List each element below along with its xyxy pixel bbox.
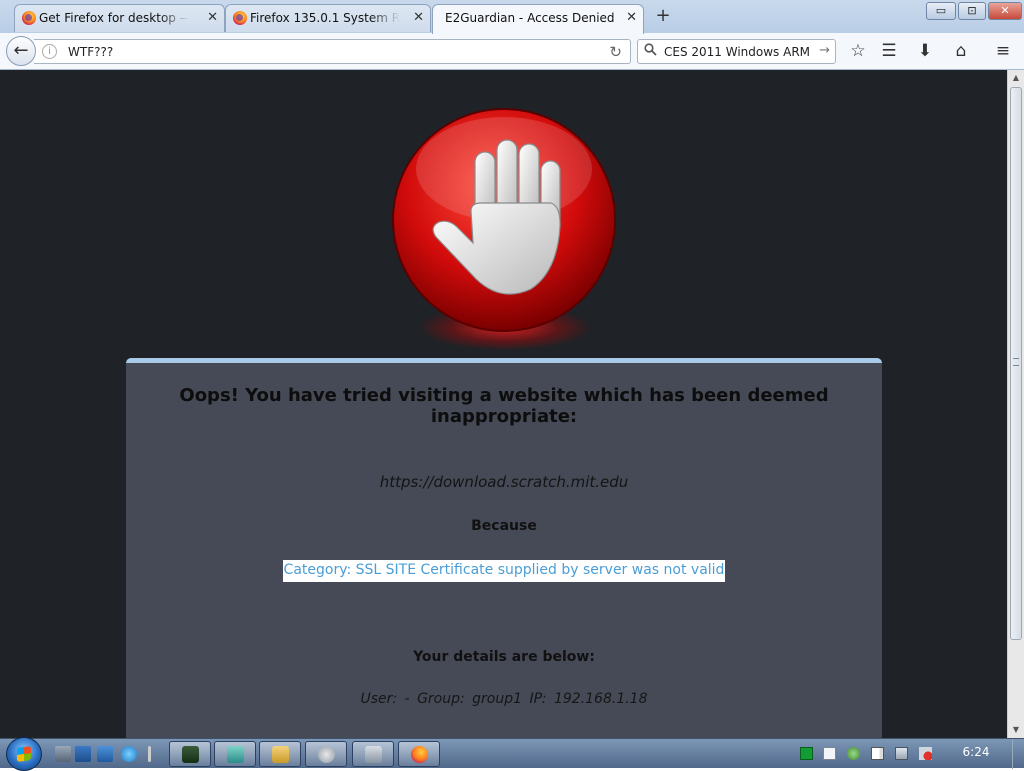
network-icon	[227, 746, 244, 763]
quick-launch-divider	[148, 746, 151, 762]
navigation-toolbar: i WTF??? ↻ ← CES 2011 Windows ARM → ☆ ☰ …	[0, 33, 1024, 70]
taskbar-network-button[interactable]	[214, 741, 256, 767]
scroll-grip-icon	[1013, 358, 1019, 366]
firefox-icon	[411, 746, 428, 763]
scrollbar-thumb[interactable]	[1010, 87, 1022, 640]
search-input[interactable]: CES 2011 Windows ARM	[664, 45, 810, 59]
back-button[interactable]: ←	[6, 36, 36, 66]
downloads-icon[interactable]: ⬇	[911, 38, 939, 64]
blocked-url: https://download.scratch.mit.edu	[379, 473, 629, 491]
new-tab-button[interactable]: +	[651, 6, 675, 28]
search-box[interactable]: CES 2011 Windows ARM →	[637, 39, 836, 64]
site-info-icon[interactable]: i	[42, 44, 57, 59]
internet-explorer-icon[interactable]	[121, 746, 137, 762]
user-details: User: - Group: group1 IP: 192.168.1.18	[360, 691, 648, 707]
show-desktop-icon[interactable]	[55, 746, 71, 762]
reader-list-icon[interactable]: ☰	[875, 38, 903, 64]
close-tab-icon[interactable]: ✕	[413, 5, 424, 31]
stop-hand-icon	[392, 108, 616, 332]
page-content: Oops! You have tried visiting a website …	[0, 70, 1007, 738]
flag-icon[interactable]	[871, 747, 884, 760]
taskbar-firefox-button[interactable]	[398, 741, 440, 767]
menu-icon[interactable]: ≡	[989, 38, 1017, 64]
home-icon[interactable]: ⌂	[947, 38, 975, 64]
disk-cleanup-icon	[318, 746, 335, 763]
multi-window-icon[interactable]	[97, 746, 113, 762]
because-label: Because	[471, 518, 537, 534]
scroll-up-icon[interactable]: ▲	[1008, 70, 1024, 86]
taskbar: 6:24	[0, 737, 1024, 771]
details-heading: Your details are below:	[413, 649, 595, 665]
close-tab-icon[interactable]: ✕	[207, 5, 218, 31]
taskbar-terminal-button[interactable]	[169, 741, 211, 767]
close-window-button[interactable]: ✕	[988, 2, 1022, 20]
vertical-scrollbar[interactable]: ▲ ▼	[1007, 70, 1024, 738]
tab-system-requirements[interactable]: Firefox 135.0.1 System Requirements ✕	[225, 4, 431, 32]
url-text[interactable]: WTF???	[68, 45, 113, 59]
block-headline: Oops! You have tried visiting a website …	[179, 385, 829, 427]
reload-icon[interactable]: ↻	[609, 43, 622, 61]
switch-windows-icon[interactable]	[75, 746, 91, 762]
scroll-down-icon[interactable]: ▼	[1008, 722, 1024, 738]
bookmark-star-icon[interactable]: ☆	[844, 38, 872, 64]
tab-access-denied[interactable]: E2Guardian - Access Denied ✕	[432, 4, 644, 34]
minimize-button[interactable]: ▭	[926, 2, 956, 20]
maximize-button[interactable]: ⊡	[958, 2, 986, 20]
firefox-favicon-icon	[233, 11, 247, 25]
block-message-card: Oops! You have tried visiting a website …	[126, 358, 882, 738]
volume-muted-icon[interactable]	[919, 747, 932, 760]
tab-get-firefox[interactable]: Get Firefox for desktop — Mozilla ✕	[14, 4, 225, 32]
taskbar-tool-button[interactable]	[352, 741, 394, 767]
close-tab-icon[interactable]: ✕	[626, 5, 637, 31]
taskbar-clock[interactable]: 6:24	[946, 745, 1006, 759]
file-explorer-icon	[272, 746, 289, 763]
tab-title: Get Firefox for desktop — Mozilla	[39, 11, 189, 25]
start-button[interactable]	[6, 737, 42, 771]
taskbar-explorer-button[interactable]	[259, 741, 301, 767]
network-tray-icon[interactable]	[895, 747, 908, 760]
tab-title: Firefox 135.0.1 System Requirements	[250, 11, 400, 25]
security-check-icon[interactable]	[847, 747, 860, 760]
system-tool-icon	[365, 746, 382, 763]
block-reason: Category: SSL SITE Certificate supplied …	[282, 560, 726, 582]
terminal-icon	[182, 746, 199, 763]
tab-title: E2Guardian - Access Denied	[445, 11, 615, 25]
green-status-icon[interactable]	[800, 747, 813, 760]
block-reason-row: Category: SSL SITE Certificate supplied …	[126, 560, 882, 582]
search-icon	[644, 43, 657, 60]
url-bar[interactable]: i WTF??? ↻	[34, 39, 631, 64]
firefox-favicon-icon	[22, 11, 36, 25]
tab-strip: Get Firefox for desktop — Mozilla ✕ Fire…	[0, 0, 1024, 34]
firefox-window: Get Firefox for desktop — Mozilla ✕ Fire…	[0, 0, 1024, 738]
taskbar-disk-button[interactable]	[305, 741, 347, 767]
search-go-icon[interactable]: →	[819, 43, 830, 58]
show-desktop-button[interactable]	[1012, 739, 1024, 769]
document-icon[interactable]	[823, 747, 836, 760]
